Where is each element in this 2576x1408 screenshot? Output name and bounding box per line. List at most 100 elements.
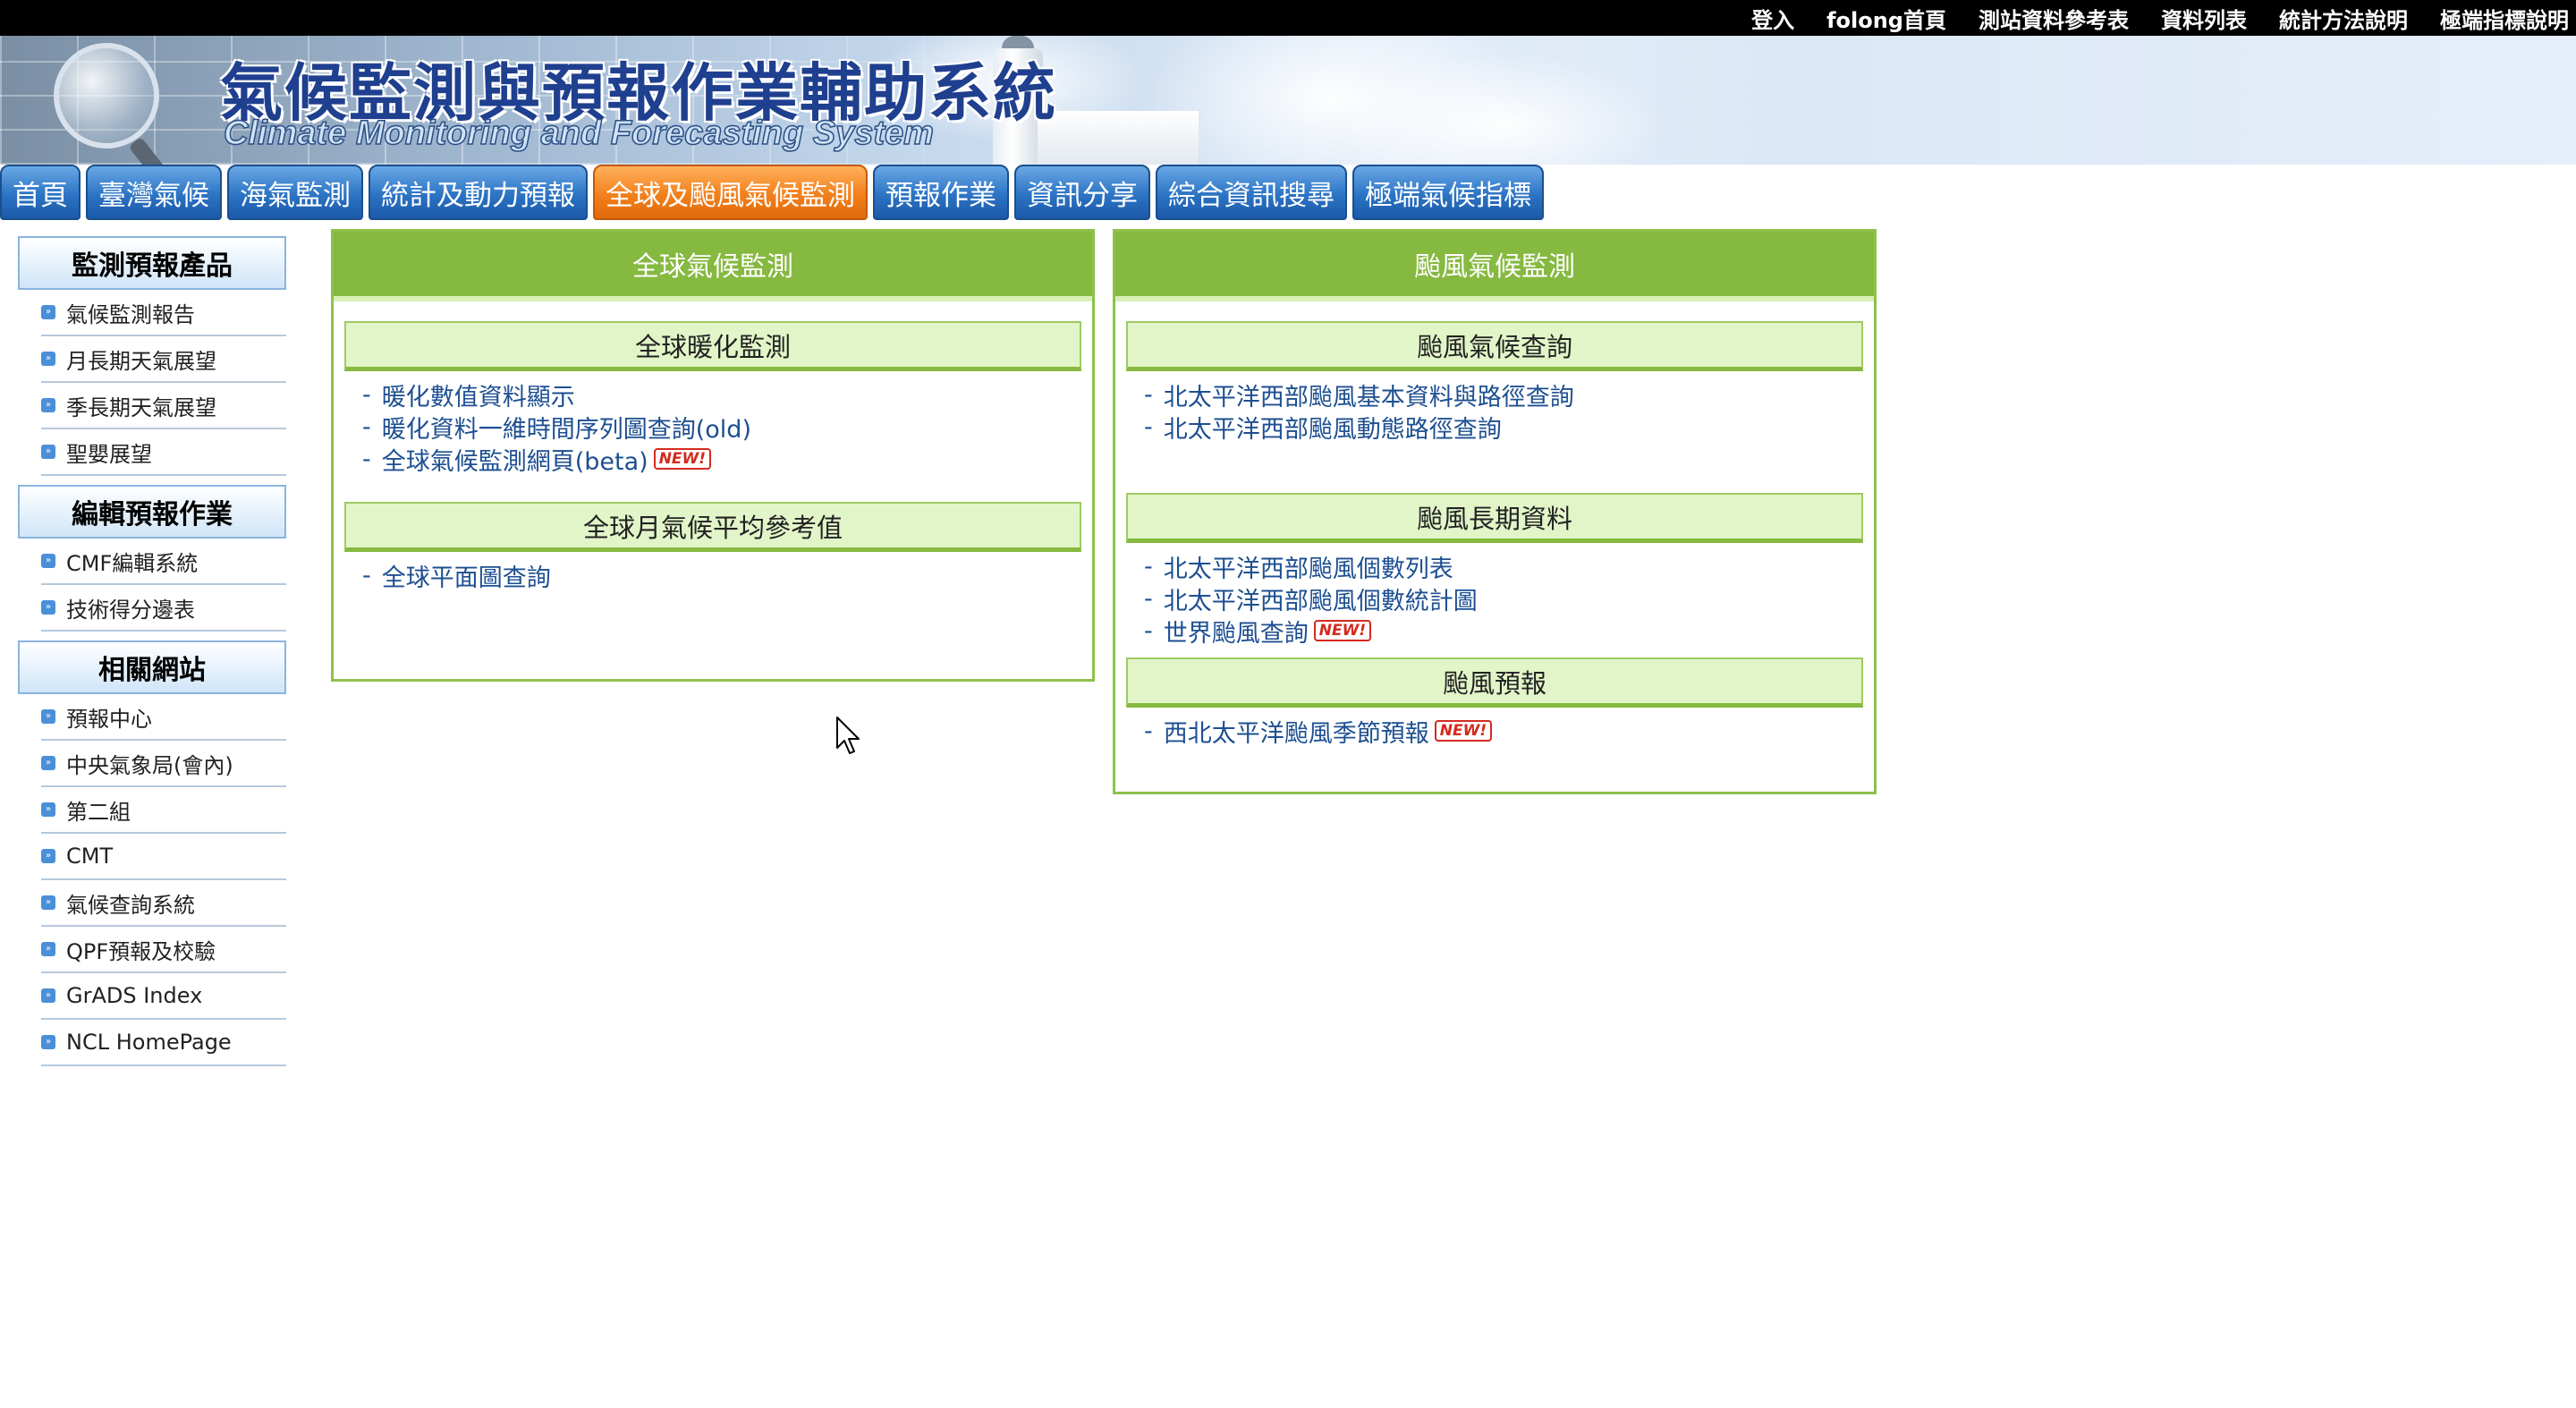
tab-forecast-operations[interactable]: 預報作業 — [873, 165, 1009, 220]
bullet-arrow-icon: » — [41, 756, 55, 770]
bullet-arrow-icon: » — [41, 849, 55, 863]
site-banner: 氣候監測與預報作業輔助系統 Climate Monitoring and For… — [0, 36, 2576, 165]
bullet-arrow-icon: » — [41, 600, 55, 615]
bullet-arrow-icon: » — [41, 398, 55, 412]
sidebar-item-label: CMF編輯系統 — [66, 550, 199, 576]
bullet-arrow-icon: » — [41, 709, 55, 724]
sidebar-item-label: 月長期天氣展望 — [66, 348, 216, 374]
new-badge-icon: NEW! — [1434, 720, 1493, 742]
sidebar-item-label: 聖嬰展望 — [66, 441, 152, 467]
data-list-link[interactable]: 資料列表 — [2161, 3, 2247, 34]
sidebar-item[interactable]: » 技術得分邊表 — [41, 585, 286, 632]
link-label: 北太平洋西部颱風基本資料與路徑查詢 — [1163, 383, 1574, 411]
link-item[interactable]: - 暖化資料一維時間序列圖查詢(old) — [362, 411, 1092, 444]
link-item[interactable]: - 北太平洋西部颱風基本資料與路徑查詢 — [1144, 378, 1874, 411]
lighthouse-building — [1038, 111, 1199, 165]
link-label: 北太平洋西部颱風個數列表 — [1163, 555, 1453, 583]
sidebar-item-label: 技術得分邊表 — [66, 597, 195, 623]
dash-icon: - — [1144, 717, 1153, 745]
main-nav: 首頁 臺灣氣候 海氣監測 統計及動力預報 全球及颱風氣候監測 預報作業 資訊分享… — [0, 165, 1549, 222]
link-label: 北太平洋西部颱風動態路徑查詢 — [1163, 415, 1502, 444]
sidebar-heading: 監測預報產品 — [18, 236, 286, 290]
sidebar-item-label: 中央氣象局(會內) — [66, 752, 233, 778]
dash-icon: - — [1144, 584, 1153, 613]
sidebar-item[interactable]: » 聖嬰展望 — [41, 429, 286, 476]
folong-home-link[interactable]: folong首頁 — [1826, 3, 1946, 34]
sidebar-item[interactable]: » 氣候監測報告 — [41, 290, 286, 336]
sidebar-item-label: 氣候監測報告 — [66, 301, 195, 327]
link-item[interactable]: - 全球氣候監測網頁(beta) NEW! — [362, 443, 1092, 476]
tab-extreme-climate-index[interactable]: 極端氣候指標 — [1352, 165, 1544, 220]
global-climate-panel: 全球氣候監測 全球暖化監測 - 暖化數值資料顯示 - 暖化資料一維時間序列圖查詢(o… — [331, 229, 1095, 682]
new-badge-icon: NEW! — [1313, 620, 1372, 641]
link-label: 暖化資料一維時間序列圖查詢(old) — [381, 415, 751, 444]
sidebar-item-label: CMT — [66, 844, 114, 869]
station-reference-link[interactable]: 測站資料參考表 — [1979, 3, 2129, 34]
top-utility-bar: 登入 folong首頁 測站資料參考表 資料列表 統計方法說明 極端指標說明 — [0, 0, 2576, 36]
panel-title: 颱風氣候監測 — [1115, 232, 1874, 301]
dash-icon: - — [1144, 552, 1153, 581]
subsection-title: 颱風預報 — [1126, 657, 1863, 708]
sidebar-item[interactable]: » 氣候查詢系統 — [41, 880, 286, 927]
tab-integrated-search[interactable]: 綜合資訊搜尋 — [1156, 165, 1347, 220]
bullet-arrow-icon: » — [41, 942, 55, 956]
tab-taiwan-climate[interactable]: 臺灣氣候 — [86, 165, 222, 220]
typhoon-climate-panel: 颱風氣候監測 颱風氣候查詢 - 北太平洋西部颱風基本資料與路徑查詢 - 北太平洋西部… — [1113, 229, 1877, 794]
link-label: 全球氣候監測網頁(beta) — [381, 447, 648, 476]
site-subtitle: Climate Monitoring and Forecasting Syste… — [223, 114, 934, 153]
link-list: - 北太平洋西部颱風基本資料與路徑查詢 - 北太平洋西部颱風動態路徑查詢 — [1115, 378, 1874, 444]
sidebar-heading: 編輯預報作業 — [18, 485, 286, 539]
sidebar-item-label: 氣候查詢系統 — [66, 892, 195, 918]
bullet-arrow-icon: » — [41, 305, 55, 319]
sidebar-list: » CMF編輯系統 » 技術得分邊表 — [18, 539, 286, 640]
sidebar-item[interactable]: » 季長期天氣展望 — [41, 383, 286, 429]
sidebar-item[interactable]: » CMF編輯系統 — [41, 539, 286, 585]
sidebar-item-label: QPF預報及校驗 — [66, 938, 216, 964]
link-item[interactable]: - 北太平洋西部颱風個數統計圖 — [1144, 582, 1874, 615]
sidebar-item[interactable]: » QPF預報及校驗 — [41, 927, 286, 973]
sidebar-item-label: NCL HomePage — [66, 1030, 232, 1055]
sidebar-item[interactable]: » 預報中心 — [41, 694, 286, 741]
login-link[interactable]: 登入 — [1751, 3, 1794, 34]
link-item[interactable]: - 北太平洋西部颱風動態路徑查詢 — [1144, 411, 1874, 444]
sidebar-item-label: 預報中心 — [66, 706, 152, 732]
sidebar-heading: 相關網站 — [18, 640, 286, 694]
dash-icon: - — [362, 412, 371, 441]
sidebar-item[interactable]: » GrADS Index — [41, 973, 286, 1020]
link-list: - 北太平洋西部颱風個數列表 - 北太平洋西部颱風個數統計圖 - 世界颱風查詢 NEW! — [1115, 550, 1874, 648]
link-item[interactable]: - 北太平洋西部颱風個數列表 — [1144, 550, 1874, 583]
subsection-title: 颱風氣候查詢 — [1126, 321, 1863, 371]
tab-info-sharing[interactable]: 資訊分享 — [1014, 165, 1150, 220]
tab-global-typhoon-monitoring[interactable]: 全球及颱風氣候監測 — [593, 165, 868, 220]
sidebar-item-label: 第二組 — [66, 799, 131, 825]
tab-home[interactable]: 首頁 — [0, 165, 80, 220]
bullet-arrow-icon: » — [41, 554, 55, 568]
subsection-title: 颱風長期資料 — [1126, 493, 1863, 543]
link-item[interactable]: - 暖化數值資料顯示 — [362, 378, 1092, 411]
extreme-index-link[interactable]: 極端指標說明 — [2440, 3, 2569, 34]
bullet-arrow-icon: » — [41, 895, 55, 910]
link-item[interactable]: - 西北太平洋颱風季節預報 NEW! — [1144, 715, 1874, 748]
sidebar-list: » 氣候監測報告 » 月長期天氣展望 » 季長期天氣展望 » 聖嬰展望 — [18, 290, 286, 485]
bullet-arrow-icon: » — [41, 352, 55, 366]
link-label: 全球平面圖查詢 — [381, 564, 551, 592]
new-badge-icon: NEW! — [653, 448, 712, 470]
link-item[interactable]: - 世界颱風查詢 NEW! — [1144, 615, 1874, 648]
tab-ocean-atmosphere[interactable]: 海氣監測 — [227, 165, 363, 220]
bullet-arrow-icon: » — [41, 1035, 55, 1049]
dash-icon: - — [362, 380, 371, 409]
link-label: 暖化數值資料顯示 — [381, 383, 575, 411]
tab-statistical-dynamic-forecast[interactable]: 統計及動力預報 — [369, 165, 588, 220]
link-list: - 暖化數值資料顯示 - 暖化資料一維時間序列圖查詢(old) - 全球氣候監測網頁(… — [334, 378, 1092, 476]
link-list: - 全球平面圖查詢 — [334, 559, 1092, 592]
statistics-method-link[interactable]: 統計方法說明 — [2279, 3, 2408, 34]
bullet-arrow-icon: » — [41, 802, 55, 817]
sidebar-item[interactable]: » 月長期天氣展望 — [41, 336, 286, 383]
link-label: 北太平洋西部颱風個數統計圖 — [1163, 587, 1478, 615]
sidebar-item[interactable]: » 中央氣象局(會內) — [41, 741, 286, 787]
magnifier-icon — [54, 43, 159, 148]
sidebar-item[interactable]: » NCL HomePage — [41, 1020, 286, 1066]
link-item[interactable]: - 全球平面圖查詢 — [362, 559, 1092, 592]
sidebar-item[interactable]: » CMT — [41, 834, 286, 880]
sidebar-item[interactable]: » 第二組 — [41, 787, 286, 834]
